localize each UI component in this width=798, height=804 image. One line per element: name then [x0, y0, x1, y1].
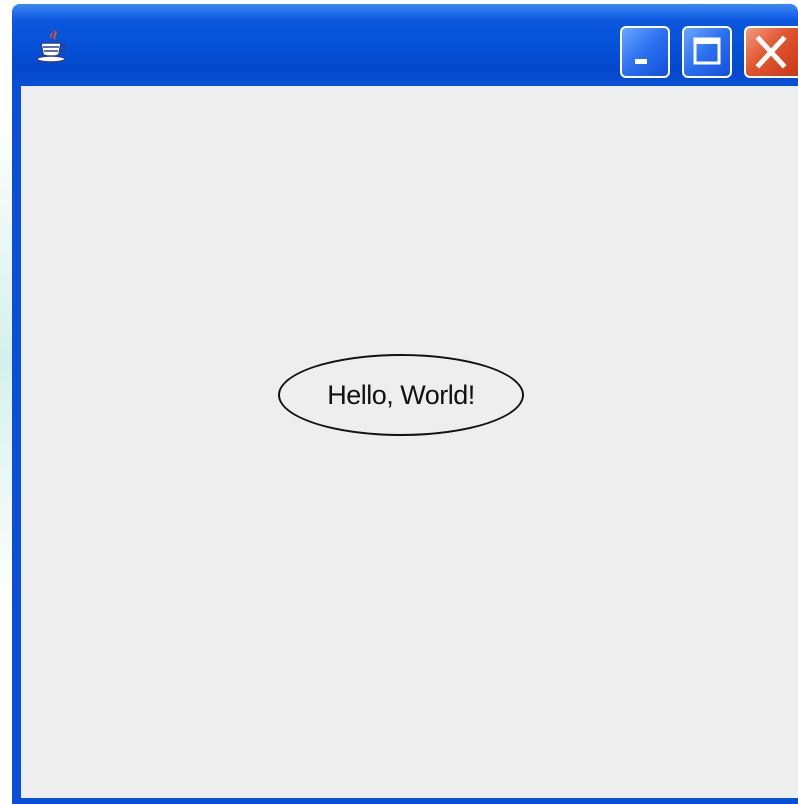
window-bottom-border [12, 798, 798, 804]
minimize-icon [635, 59, 647, 64]
maximize-icon [693, 37, 721, 65]
window-content-area: Hello, World! [21, 86, 798, 798]
close-button[interactable] [744, 26, 798, 78]
java-coffee-cup-icon[interactable] [34, 26, 70, 66]
maximize-button[interactable] [682, 26, 732, 78]
hello-label: Hello, World! [327, 380, 475, 410]
close-icon [755, 35, 787, 69]
minimize-button[interactable] [620, 26, 670, 78]
application-window: Hello, World! [12, 4, 798, 804]
drawing-canvas: Hello, World! [21, 86, 798, 798]
title-bar[interactable] [12, 4, 798, 86]
